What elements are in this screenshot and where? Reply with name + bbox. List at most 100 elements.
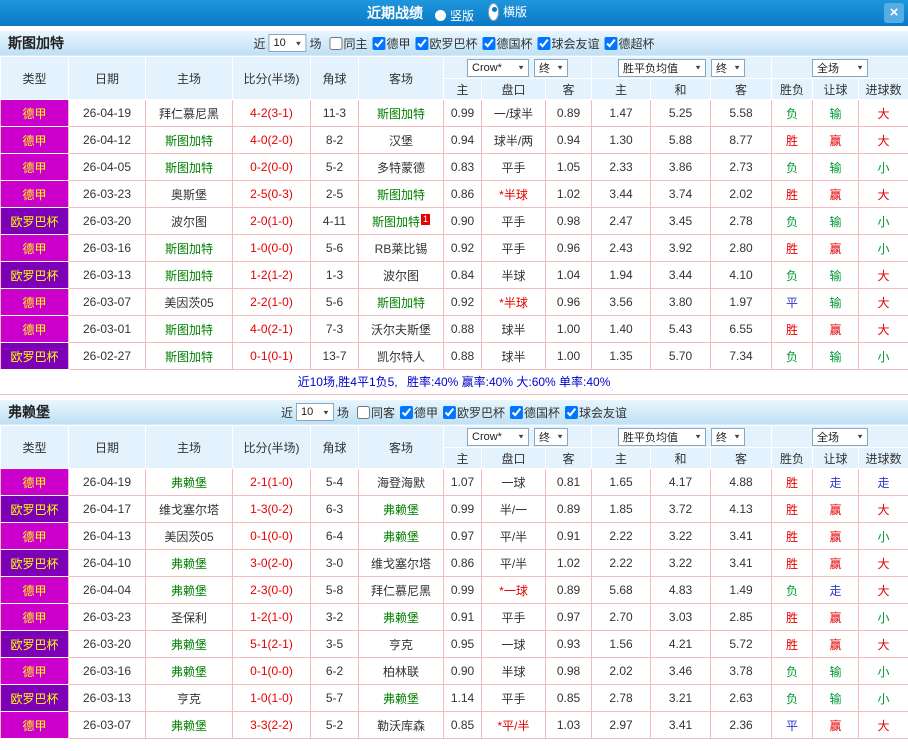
filter-checkbox-german-cup[interactable]: 德国杯 — [510, 404, 560, 421]
home-team-name[interactable]: 美因茨05 — [164, 296, 213, 310]
home-team-name[interactable]: 维戈塞尔塔 — [159, 503, 219, 517]
home-team-name[interactable]: 斯图加特 — [165, 134, 213, 148]
checkbox-input[interactable] — [482, 36, 496, 50]
checkbox-input[interactable] — [329, 36, 343, 50]
recent-count-select[interactable]: 10 ▼ — [295, 403, 334, 421]
close-button[interactable]: × — [884, 3, 904, 23]
fullmatch-select[interactable]: 全场 ▼ — [812, 58, 869, 77]
filter-checkbox-europa-league[interactable]: 欧罗巴杯 — [415, 35, 478, 52]
recent-count-select[interactable]: 10 ▼ — [268, 34, 307, 52]
result-cell: 胜 — [771, 603, 814, 631]
radio-horizontal[interactable]: 横版 — [488, 2, 527, 21]
filter-checkbox-club-friendly[interactable]: 球会友谊 — [565, 404, 627, 421]
bookmaker-select[interactable]: Crow* ▼ — [467, 58, 529, 77]
home-team-name[interactable]: 弗赖堡 — [171, 665, 207, 679]
euro-home-odds-cell: 1.35 — [591, 342, 651, 370]
away-team-name[interactable]: 斯图加特 — [377, 188, 425, 202]
checkbox-input[interactable] — [604, 36, 618, 50]
bookmaker-select[interactable]: Crow* ▼ — [467, 427, 529, 446]
home-team-name[interactable]: 斯图加特 — [165, 161, 213, 175]
euro-final-select[interactable]: 终 ▼ — [711, 427, 746, 446]
asian-home-odds-cell: 0.88 — [443, 315, 482, 343]
home-team-name[interactable]: 斯图加特 — [165, 323, 213, 337]
home-team-name[interactable]: 拜仁慕尼黑 — [159, 107, 219, 121]
filter-checkbox-same-away[interactable]: 同客 — [356, 404, 395, 421]
match-row: 德甲 26-03-16 弗赖堡 0-1(0-0) 6-2 柏林联 0.90 半球 0.98 2.0… — [0, 657, 908, 685]
goals-result-cell: 小 — [858, 603, 908, 631]
filter-checkbox-same-home[interactable]: 同主 — [329, 35, 367, 52]
euro-home-odds-cell: 2.22 — [591, 522, 651, 550]
euro-average-select[interactable]: 胜平负均值 ▼ — [618, 58, 707, 77]
checkbox-input[interactable] — [510, 405, 524, 419]
near-label: 近 — [253, 36, 266, 51]
away-team-name[interactable]: 斯图加特 — [377, 296, 425, 310]
away-team-name[interactable]: RB莱比锡 — [375, 242, 428, 256]
asian-handicap-cell: *半球 — [481, 288, 546, 316]
home-team-name[interactable]: 亨克 — [177, 692, 201, 706]
asian-final-select[interactable]: 终 ▼ — [534, 427, 568, 446]
away-team-name[interactable]: 亨克 — [389, 638, 413, 652]
home-team-name[interactable]: 弗赖堡 — [171, 476, 207, 490]
away-team-name[interactable]: 弗赖堡 — [383, 530, 419, 544]
match-row: 欧罗巴杯 26-03-20 弗赖堡 5-1(2-1) 3-5 亨克 0.95 一球 0.93 1.… — [0, 630, 908, 658]
match-home-cell: 波尔图 — [145, 207, 233, 235]
home-team-name[interactable]: 弗赖堡 — [171, 557, 207, 571]
away-team-name[interactable]: 斯图加特 — [372, 215, 420, 229]
match-row: 德甲 26-04-12 斯图加特 4-0(2-0) 8-2 汉堡 0.94 球半/两 0.94 1… — [0, 126, 908, 154]
radio-vertical[interactable]: 竖版 — [434, 7, 474, 24]
goals-result-cell: 小 — [858, 234, 908, 262]
away-team-name[interactable]: 凯尔特人 — [377, 350, 425, 364]
home-team-name[interactable]: 斯图加特 — [165, 269, 213, 283]
home-team-name[interactable]: 弗赖堡 — [171, 638, 207, 652]
away-team-name[interactable]: 汉堡 — [389, 134, 413, 148]
away-team-name[interactable]: 弗赖堡 — [383, 503, 419, 517]
checkbox-input[interactable] — [356, 405, 370, 419]
euro-final-select[interactable]: 终 ▼ — [711, 58, 746, 77]
match-type-cell: 德甲 — [0, 657, 69, 685]
filter-checkbox-europa-league[interactable]: 欧罗巴杯 — [443, 404, 505, 421]
away-team-name[interactable]: 海登海默 — [377, 476, 425, 490]
checkbox-input[interactable] — [399, 405, 413, 419]
fullmatch-select[interactable]: 全场 ▼ — [812, 427, 869, 446]
match-score-cell: 3-0(2-0) — [232, 549, 311, 577]
checkbox-input[interactable] — [443, 405, 457, 419]
checkbox-input[interactable] — [537, 36, 551, 50]
asian-away-odds-cell: 1.02 — [545, 549, 592, 577]
euro-average-select[interactable]: 胜平负均值 ▼ — [618, 427, 707, 446]
checkbox-input[interactable] — [565, 405, 579, 419]
away-team-name[interactable]: 勒沃库森 — [377, 719, 425, 733]
home-team-name[interactable]: 圣保利 — [171, 611, 207, 625]
home-team-name[interactable]: 美因茨05 — [164, 530, 213, 544]
away-team-name[interactable]: 沃尔夫斯堡 — [371, 323, 431, 337]
away-team-name[interactable]: 弗赖堡 — [383, 611, 419, 625]
home-team-name[interactable]: 斯图加特 — [165, 242, 213, 256]
asian-home-odds-cell: 0.97 — [443, 522, 482, 550]
away-team-name[interactable]: 拜仁慕尼黑 — [371, 584, 431, 598]
result-cell: 负 — [771, 207, 814, 235]
filter-checkbox-bundesliga[interactable]: 德甲 — [372, 35, 411, 52]
home-team-name[interactable]: 弗赖堡 — [171, 584, 207, 598]
home-team-name[interactable]: 斯图加特 — [165, 350, 213, 364]
filter-checkbox-german-cup[interactable]: 德国杯 — [482, 35, 533, 52]
match-row: 德甲 26-03-01 斯图加特 4-0(2-1) 7-3 沃尔夫斯堡 0.88 球半 1.00… — [0, 315, 908, 343]
home-team-name[interactable]: 弗赖堡 — [171, 719, 207, 733]
home-team-name[interactable]: 奥斯堡 — [171, 188, 207, 202]
checkbox-input[interactable] — [372, 36, 386, 50]
asian-home-odds-cell: 0.94 — [443, 126, 482, 154]
away-team-name[interactable]: 多特蒙德 — [377, 161, 425, 175]
filter-checkbox-club-friendly[interactable]: 球会友谊 — [537, 35, 600, 52]
away-team-name[interactable]: 斯图加特 — [377, 107, 425, 121]
checkbox-input[interactable] — [415, 36, 429, 50]
away-team-name[interactable]: 波尔图 — [383, 269, 419, 283]
home-team-name[interactable]: 波尔图 — [171, 215, 207, 229]
filter-checkbox-bundesliga[interactable]: 德甲 — [399, 404, 438, 421]
match-corners-cell: 2-5 — [310, 180, 359, 208]
asian-home-odds-cell: 1.14 — [443, 684, 482, 712]
match-away-cell: 海登海默 — [358, 468, 444, 496]
filter-checkbox-german-supercup[interactable]: 德超杯 — [604, 35, 655, 52]
euro-home-odds-cell: 1.94 — [591, 261, 651, 289]
asian-final-select[interactable]: 终 ▼ — [534, 58, 568, 77]
away-team-name[interactable]: 弗赖堡 — [383, 692, 419, 706]
away-team-name[interactable]: 维戈塞尔塔 — [371, 557, 431, 571]
away-team-name[interactable]: 柏林联 — [383, 665, 419, 679]
